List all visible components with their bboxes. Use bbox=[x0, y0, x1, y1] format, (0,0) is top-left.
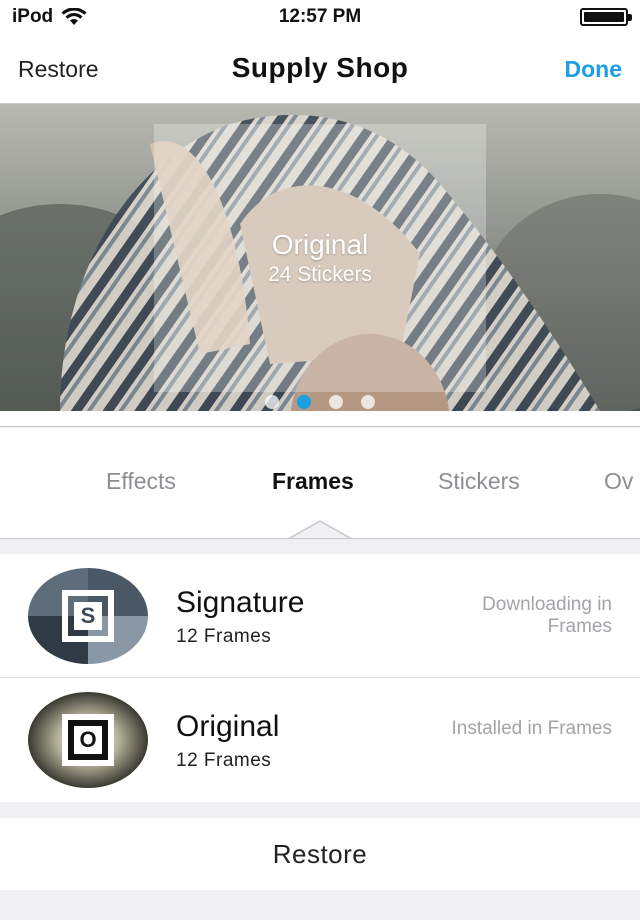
list-item[interactable]: O Original 12 Frames Installed in Frames bbox=[0, 678, 640, 802]
bottom-area bbox=[0, 890, 640, 920]
nav-bar: Restore Supply Shop Done bbox=[0, 34, 640, 104]
item-status: Downloading in Frames bbox=[482, 594, 612, 637]
battery-icon bbox=[580, 8, 632, 26]
banner-title: Original bbox=[271, 229, 369, 260]
category-tabs: Effects Frames Stickers Ov bbox=[0, 428, 640, 538]
battery-fill bbox=[584, 12, 624, 22]
signature-thumbnail: S bbox=[28, 568, 148, 664]
page-indicator[interactable] bbox=[0, 395, 640, 409]
original-logo-icon: O bbox=[62, 714, 114, 766]
item-status: Installed in Frames bbox=[451, 718, 612, 739]
restore-purchases-button[interactable]: Restore bbox=[0, 818, 640, 890]
done-button[interactable]: Done bbox=[565, 56, 623, 83]
page-dot[interactable] bbox=[361, 395, 375, 409]
tab-overflow[interactable]: Ov bbox=[604, 468, 633, 495]
status-left: iPod bbox=[12, 6, 87, 28]
item-subtitle: 12 Frames bbox=[176, 750, 272, 771]
tab-stickers[interactable]: Stickers bbox=[438, 468, 520, 495]
item-subtitle: 12 Frames bbox=[176, 626, 272, 647]
page-dot[interactable] bbox=[297, 395, 311, 409]
page-dot[interactable] bbox=[329, 395, 343, 409]
featured-banner[interactable]: Original 24 Stickers bbox=[0, 104, 640, 411]
wifi-icon bbox=[61, 8, 87, 25]
page-dot[interactable] bbox=[265, 395, 279, 409]
tab-frames[interactable]: Frames bbox=[272, 468, 354, 495]
banner-subtitle: 24 Stickers bbox=[268, 263, 372, 286]
divider bbox=[0, 411, 640, 427]
section-gap bbox=[0, 538, 640, 554]
tab-indicator-caret bbox=[288, 520, 352, 538]
page-title: Supply Shop bbox=[231, 52, 409, 83]
original-thumbnail: O bbox=[28, 692, 148, 788]
section-gap bbox=[0, 802, 640, 818]
carrier-label: iPod bbox=[12, 6, 54, 27]
status-time: 12:57 PM bbox=[278, 6, 362, 27]
item-title: Signature bbox=[176, 586, 305, 619]
tab-effects[interactable]: Effects bbox=[106, 468, 176, 495]
signature-logo-icon: S bbox=[62, 590, 114, 642]
status-bar: iPod 12:57 PM bbox=[0, 0, 640, 34]
banner-card: Original 24 Stickers bbox=[154, 124, 486, 392]
pack-list: S Signature 12 Frames Downloading in Fra… bbox=[0, 554, 640, 802]
item-title: Original bbox=[176, 710, 280, 743]
list-item[interactable]: S Signature 12 Frames Downloading in Fra… bbox=[0, 554, 640, 678]
